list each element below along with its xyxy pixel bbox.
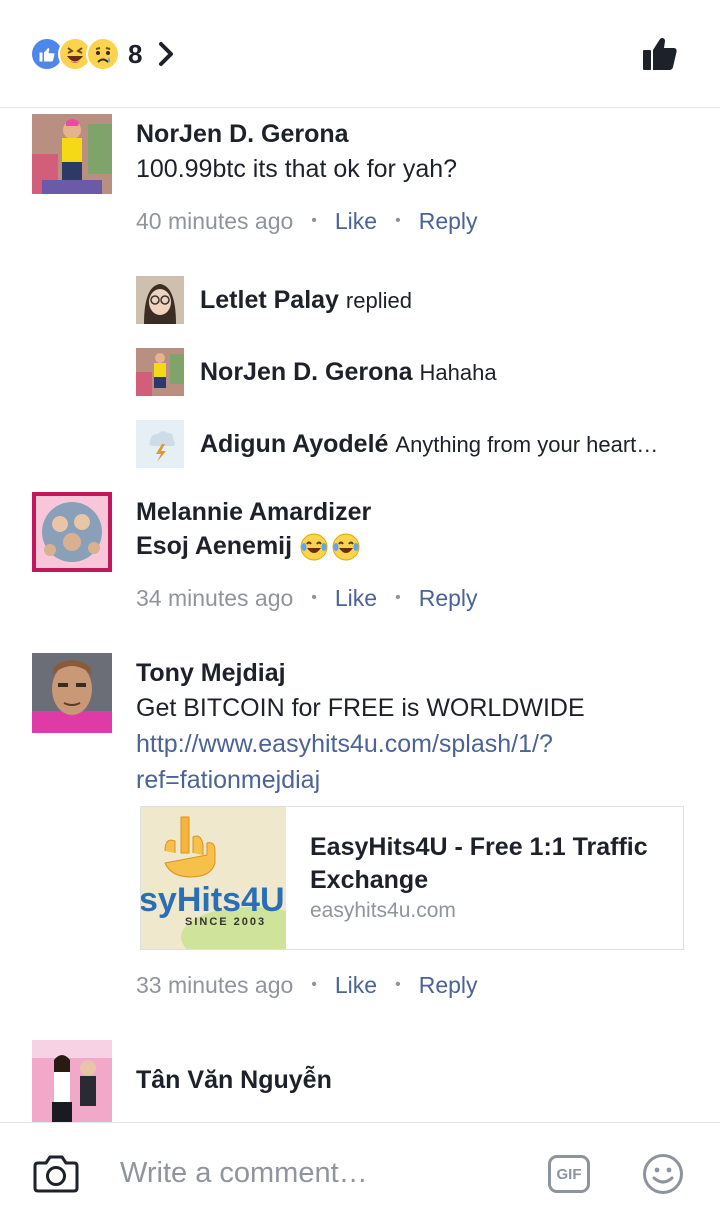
like-link[interactable]: Like [335,972,377,999]
reply-preview[interactable]: Adigun Ayodelé Anything from your heart… [136,420,696,468]
like-link[interactable]: Like [335,585,377,612]
avatar[interactable] [32,653,112,733]
comment-text: 100.99btc its that ok for yah? [136,155,458,183]
separator-dot: • [395,976,401,993]
like-link[interactable]: Like [335,208,377,235]
camera-icon[interactable] [32,1149,80,1197]
chevron-right-icon[interactable] [158,41,174,67]
reply-preview[interactable]: Letlet Palay replied [136,276,696,324]
separator-dot: • [311,212,317,229]
reply-link[interactable]: Reply [419,972,478,999]
laughing-tears-emoji-icon [332,533,360,561]
avatar [136,420,184,468]
avatar [136,276,184,324]
smiley-icon[interactable] [642,1153,684,1195]
reply-author-name: Letlet Palay [200,285,339,314]
gif-button[interactable]: GIF [548,1155,590,1193]
logo-since: SINCE 2003 [185,916,266,928]
like-button-icon[interactable] [640,34,680,74]
reactions-header: 8 [0,0,720,108]
link-preview-title: EasyHits4U - Free 1:1 Traffic Exchange [310,833,648,894]
comment-link-line-1[interactable]: http://www.easyhits4u.com/splash/1/? [136,730,553,759]
logo-text: syHits4U [141,881,285,919]
reply-text: Anything from your heart… [395,431,659,457]
reply-author: NorJen D. Gerona Hahaha [200,358,497,387]
reply-author: Letlet Palay replied [200,286,412,315]
laughing-tears-emoji-icon [300,533,328,561]
separator-dot: • [395,212,401,229]
avatar [136,348,184,396]
reply-text: replied [345,287,412,313]
reply-author-name: NorJen D. Gerona [200,357,413,386]
comment-text-row: Esoj Aenemij [136,532,360,561]
comment-text: Get BITCOIN for FREE is WORLDWIDE [136,694,585,722]
reply-author: Adigun Ayodelé Anything from your heart… [200,430,658,459]
reactions-summary[interactable]: 8 [30,36,174,72]
comment-author[interactable]: Melannie Amardizer [136,498,371,527]
separator-dot: • [311,589,317,606]
reply-text: Hahaha [419,359,497,385]
comment-timestamp: 34 minutes ago [136,584,294,611]
link-preview-thumbnail: syHits4U SINCE 2003 [141,807,286,949]
comment-author[interactable]: Tony Mejdiaj [136,659,286,688]
reaction-count: 8 [128,38,143,69]
link-preview-card[interactable]: syHits4U SINCE 2003 EasyHits4U - Free 1:… [140,806,684,950]
sad-reaction-icon [86,37,120,71]
reply-link[interactable]: Reply [419,585,478,612]
comment-timestamp: 40 minutes ago [136,207,294,234]
reply-author-name: Adigun Ayodelé [200,429,389,458]
comment-author[interactable]: Tân Văn Nguyễn [136,1066,332,1095]
reply-link[interactable]: Reply [419,208,478,235]
comment-timestamp: 33 minutes ago [136,971,294,998]
separator-dot: • [395,589,401,606]
comment-meta: 33 minutes ago • Like • Reply [136,970,478,1000]
comment-text: Esoj Aenemij [136,532,293,560]
comment-author[interactable]: NorJen D. Gerona [136,120,349,149]
avatar[interactable] [32,114,112,194]
comment-link-line-2[interactable]: ref=fationmejdiaj [136,766,320,795]
separator-dot: • [311,976,317,993]
comment-meta: 34 minutes ago • Like • Reply [136,583,478,613]
avatar[interactable] [32,492,112,572]
comment-meta: 40 minutes ago • Like • Reply [136,206,478,236]
reply-preview[interactable]: NorJen D. Gerona Hahaha [136,348,696,396]
comment-input[interactable] [120,1153,500,1193]
comment-composer: GIF [0,1122,720,1227]
avatar[interactable] [32,1040,112,1122]
link-preview-domain: easyhits4u.com [310,899,456,922]
